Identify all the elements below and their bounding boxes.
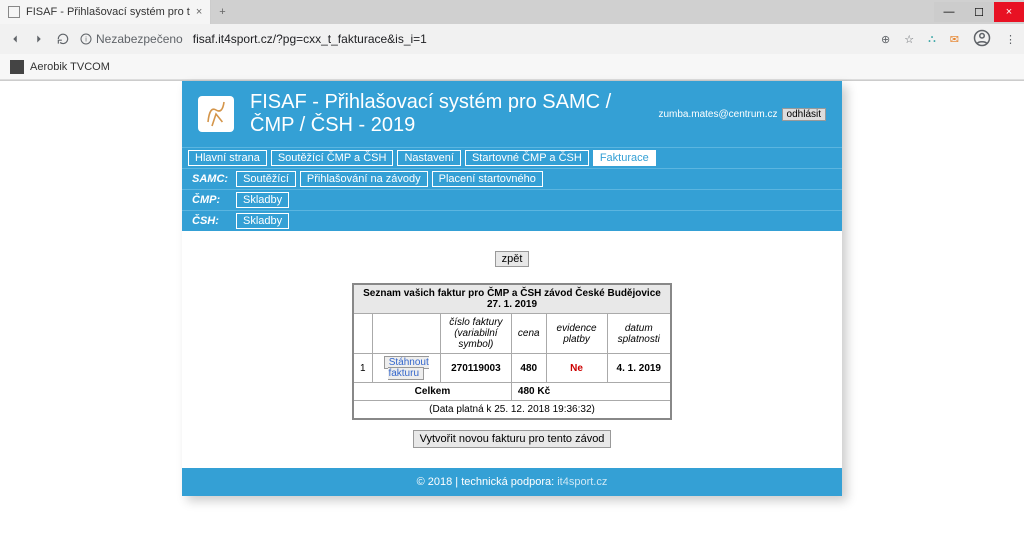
- tab-soutezici-cmp-csh[interactable]: Soutěžící ČMP a ČSH: [271, 150, 394, 166]
- star-icon[interactable]: ☆: [904, 33, 914, 46]
- nav-main: Hlavní strana Soutěžící ČMP a ČSH Nastav…: [182, 147, 842, 168]
- page-footer: © 2018 | technická podpora: it4sport.cz: [182, 468, 842, 496]
- content-area: zpět Seznam vašich faktur pro ČMP a ČSH …: [182, 231, 842, 468]
- row-index: 1: [353, 354, 372, 383]
- samc-placeni[interactable]: Placení startovného: [432, 171, 543, 187]
- col-due: datum splatnosti: [607, 314, 671, 354]
- bookmark-favicon: [10, 60, 24, 74]
- page-container: FISAF - Přihlašovací systém pro SAMC / Č…: [182, 81, 842, 496]
- minimize-button[interactable]: —: [934, 2, 964, 22]
- tab-bar: FISAF - Přihlašovací systém pro t × + — …: [0, 0, 1024, 24]
- close-tab-icon[interactable]: ×: [196, 6, 202, 18]
- tab-fakturace[interactable]: Fakturace: [593, 150, 656, 166]
- back-button[interactable]: [8, 32, 22, 46]
- reload-button[interactable]: [56, 32, 70, 46]
- nav-cmp: ČMP: Skladby: [182, 189, 842, 210]
- tab-hlavni-strana[interactable]: Hlavní strana: [188, 150, 267, 166]
- url-field[interactable]: fisaf.it4sport.cz/?pg=cxx_t_fakturace&is…: [193, 32, 871, 46]
- col-price: cena: [511, 314, 546, 354]
- samc-label: SAMC:: [188, 173, 232, 185]
- address-bar: i Nezabezpečeno fisaf.it4sport.cz/?pg=cx…: [0, 24, 1024, 54]
- col-paid: evidence platby: [546, 314, 607, 354]
- mail-icon[interactable]: ✉: [950, 33, 959, 46]
- window-close-button[interactable]: ×: [994, 2, 1024, 22]
- search-icon[interactable]: ⊕: [881, 33, 890, 46]
- invoice-table: Seznam vašich faktur pro ČMP a ČSH závod…: [352, 283, 672, 420]
- tab-startovne[interactable]: Startovné ČMP a ČSH: [465, 150, 589, 166]
- nav-samc: SAMC: Soutěžící Přihlašování na závody P…: [182, 168, 842, 189]
- nav-csh: ČSH: Skladby: [182, 210, 842, 231]
- invoice-number: 270119003: [440, 354, 511, 383]
- col-invoice-num: číslo faktury (variabilní symbol): [440, 314, 511, 354]
- maximize-button[interactable]: ☐: [964, 2, 994, 22]
- total-label: Celkem: [353, 383, 511, 401]
- info-icon: i: [80, 33, 92, 45]
- footer-link[interactable]: it4sport.cz: [557, 476, 607, 488]
- logout-button[interactable]: odhlásit: [782, 108, 826, 121]
- profile-icon[interactable]: [973, 29, 991, 50]
- bookmarks-bar: Aerobik TVCOM: [0, 54, 1024, 80]
- create-invoice-button[interactable]: Vytvořit novou fakturu pro tento závod: [413, 430, 612, 448]
- cmp-skladby[interactable]: Skladby: [236, 192, 289, 208]
- forward-button[interactable]: [32, 32, 46, 46]
- invoice-due: 4. 1. 2019: [607, 354, 671, 383]
- samc-soutezici[interactable]: Soutěžící: [236, 171, 296, 187]
- page-title: FISAF - Přihlašovací systém pro SAMC / Č…: [250, 91, 642, 137]
- samc-prihlasovani[interactable]: Přihlašování na závody: [300, 171, 428, 187]
- page-icon: [8, 6, 20, 18]
- toolbar-right: ⊕ ☆ ⛬ ✉ ⋮: [881, 29, 1016, 50]
- logo: [198, 96, 234, 132]
- table-row: 1 Stáhnout fakturu 270119003 480 Ne 4. 1…: [353, 354, 671, 383]
- table-title: Seznam vašich faktur pro ČMP a ČSH závod…: [353, 284, 671, 314]
- invoice-price: 480: [511, 354, 546, 383]
- menu-icon[interactable]: ⋮: [1005, 33, 1016, 46]
- user-area: zumba.mates@centrum.cz odhlásit: [658, 108, 826, 121]
- csh-label: ČSH:: [188, 215, 232, 227]
- translate-icon[interactable]: ⛬: [928, 33, 936, 46]
- security-text: Nezabezpečeno: [96, 32, 183, 46]
- footer-text: © 2018 | technická podpora:: [417, 476, 558, 488]
- bookmark-item[interactable]: Aerobik TVCOM: [30, 61, 110, 73]
- back-link[interactable]: zpět: [495, 251, 530, 267]
- tab-nastaveni[interactable]: Nastavení: [397, 150, 461, 166]
- browser-chrome: FISAF - Přihlašovací systém pro t × + — …: [0, 0, 1024, 81]
- new-tab-button[interactable]: +: [211, 6, 233, 18]
- download-invoice-button[interactable]: Stáhnout fakturu: [384, 356, 429, 380]
- page-header: FISAF - Přihlašovací systém pro SAMC / Č…: [182, 81, 842, 147]
- tab-title: FISAF - Přihlašovací systém pro t: [26, 6, 190, 18]
- window-controls: — ☐ ×: [934, 2, 1024, 22]
- browser-tab[interactable]: FISAF - Přihlašovací systém pro t ×: [0, 0, 211, 24]
- security-indicator[interactable]: i Nezabezpečeno: [80, 32, 183, 46]
- svg-text:i: i: [85, 37, 87, 44]
- invoice-paid: Ne: [546, 354, 607, 383]
- cmp-label: ČMP:: [188, 194, 232, 206]
- data-timestamp-note: (Data platná k 25. 12. 2018 19:36:32): [353, 401, 671, 420]
- total-value: 480 Kč: [511, 383, 671, 401]
- csh-skladby[interactable]: Skladby: [236, 213, 289, 229]
- user-email: zumba.mates@centrum.cz: [658, 109, 777, 120]
